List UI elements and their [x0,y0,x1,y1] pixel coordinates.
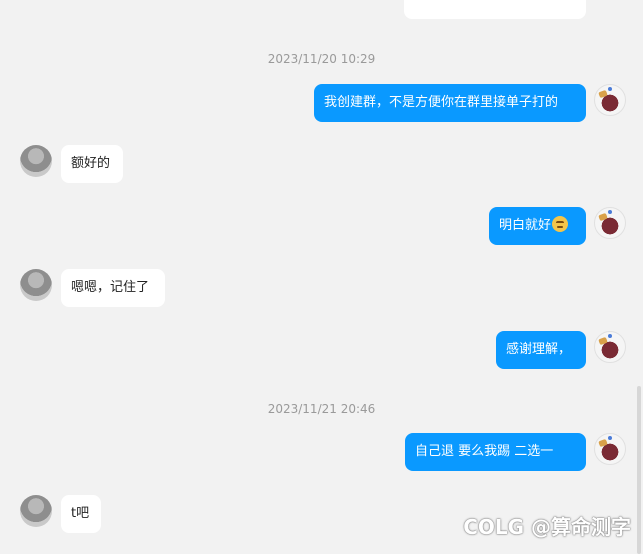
self-avatar[interactable] [594,207,626,239]
contact-avatar[interactable] [20,495,52,527]
self-avatar[interactable] [594,433,626,465]
message-text: 明白就好 [499,218,552,233]
message-bubble-incoming[interactable]: t吧 [61,495,101,533]
message-bubble-outgoing[interactable]: 自己退 要么我踢 二选一 [405,433,586,471]
self-avatar[interactable] [594,331,626,363]
grimace-emoji-icon [552,216,569,232]
self-avatar[interactable] [594,84,626,116]
message-text: t吧 [71,506,90,521]
timestamp: 2023/11/21 20:46 [267,402,376,416]
message-bubble-outgoing[interactable]: 明白就好 [489,207,586,245]
message-text: 感谢理解， [506,342,572,357]
scrollbar[interactable] [637,386,641,554]
message-text: 我创建群，不是方便你在群里接单子打的 [324,95,559,110]
message-text: 自己退 要么我踢 二选一 [415,444,554,459]
message-text: 额好的 [71,156,111,171]
contact-avatar[interactable] [20,269,52,301]
message-bubble-outgoing[interactable]: 我创建群，不是方便你在群里接单子打的 [314,84,586,122]
contact-avatar[interactable] [20,145,52,177]
message-bubble-incoming[interactable]: 额好的 [61,145,123,183]
watermark: COLG @算命测字 [463,515,631,539]
chat-window: 2023/11/20 10:29 我创建群，不是方便你在群里接单子打的 额好的 … [0,0,643,554]
message-text: 嗯嗯，记住了 [71,280,150,295]
message-bubble-incoming[interactable]: 嗯嗯，记住了 [61,269,165,307]
message-bubble-outgoing[interactable]: 感谢理解， [496,331,586,369]
previous-message-bubble[interactable] [404,0,586,19]
timestamp: 2023/11/20 10:29 [267,52,376,66]
